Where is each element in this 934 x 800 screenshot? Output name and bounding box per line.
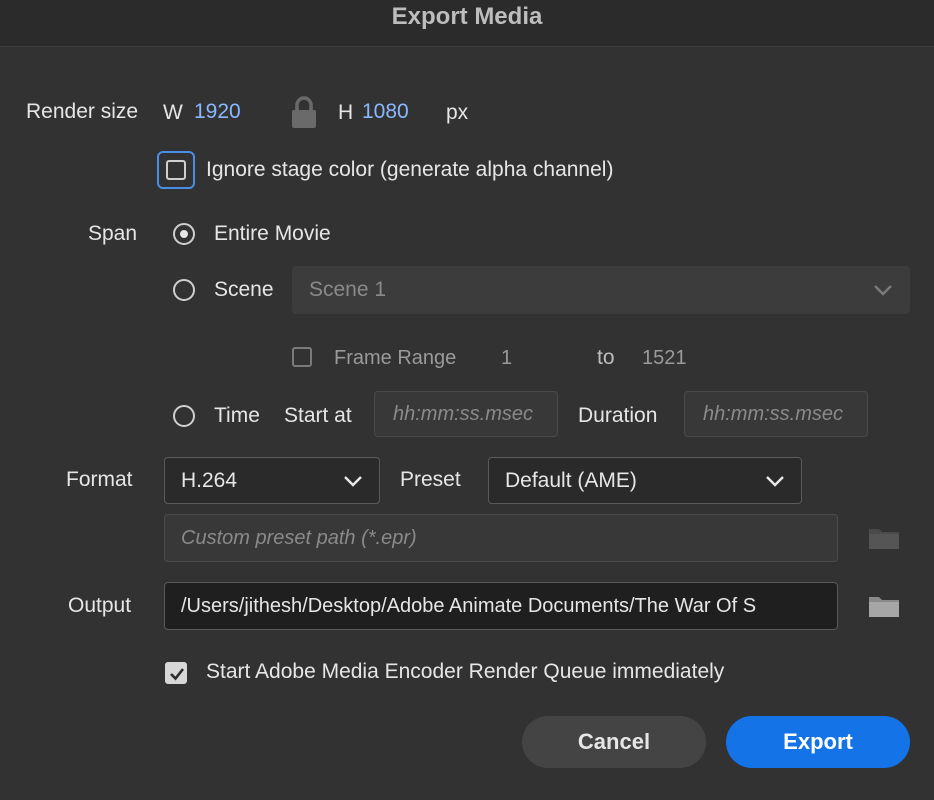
ignore-stage-label[interactable]: Ignore stage color (generate alpha chann… bbox=[206, 158, 613, 182]
output-label: Output bbox=[68, 594, 132, 617]
preset-select[interactable]: Default (AME) bbox=[488, 457, 802, 504]
span-label: Span bbox=[88, 222, 138, 245]
folder-icon[interactable] bbox=[868, 526, 900, 550]
time-radio[interactable] bbox=[173, 405, 195, 427]
start-at-placeholder: hh:mm:ss.msec bbox=[393, 402, 534, 425]
scene-select[interactable]: Scene 1 bbox=[292, 266, 910, 314]
duration-label: Duration bbox=[578, 404, 658, 427]
width-value[interactable]: 1920 bbox=[194, 100, 241, 124]
frame-range-checkbox[interactable] bbox=[292, 347, 312, 367]
scene-radio[interactable] bbox=[173, 279, 195, 301]
start-queue-label[interactable]: Start Adobe Media Encoder Render Queue i… bbox=[206, 660, 724, 684]
time-label[interactable]: Time bbox=[214, 404, 260, 428]
preset-select-value: Default (AME) bbox=[505, 468, 637, 492]
start-at-input[interactable]: hh:mm:ss.msec bbox=[374, 391, 558, 437]
format-label: Format bbox=[66, 468, 133, 491]
height-value[interactable]: 1080 bbox=[362, 100, 409, 124]
start-queue-checkbox[interactable] bbox=[165, 662, 187, 684]
checkmark-icon bbox=[170, 668, 185, 681]
frame-range-label: Frame Range bbox=[334, 347, 457, 369]
cancel-button[interactable]: Cancel bbox=[522, 716, 706, 768]
unit-label: px bbox=[446, 101, 469, 124]
output-path-value: /Users/jithesh/Desktop/Adobe Animate Doc… bbox=[181, 594, 757, 617]
lock-icon[interactable] bbox=[290, 96, 318, 130]
chevron-down-icon bbox=[766, 475, 784, 487]
chevron-down-icon bbox=[874, 285, 892, 296]
custom-preset-placeholder: Custom preset path (*.epr) bbox=[181, 526, 417, 549]
duration-placeholder: hh:mm:ss.msec bbox=[703, 402, 844, 425]
export-button[interactable]: Export bbox=[726, 716, 910, 768]
render-size-label: Render size bbox=[26, 100, 139, 123]
dialog-title: Export Media bbox=[391, 3, 543, 30]
ignore-stage-focus-ring[interactable] bbox=[157, 151, 195, 189]
custom-preset-input[interactable]: Custom preset path (*.epr) bbox=[164, 514, 838, 562]
ignore-stage-checkbox[interactable] bbox=[166, 160, 186, 180]
frame-from-value[interactable]: 1 bbox=[501, 347, 512, 370]
frame-to-value[interactable]: 1521 bbox=[642, 347, 687, 370]
preset-label: Preset bbox=[400, 468, 461, 491]
chevron-down-icon bbox=[344, 475, 362, 487]
start-at-label: Start at bbox=[284, 404, 352, 427]
width-label: W bbox=[163, 101, 183, 124]
duration-input[interactable]: hh:mm:ss.msec bbox=[684, 391, 868, 437]
height-label: H bbox=[338, 101, 354, 124]
entire-movie-radio[interactable] bbox=[173, 223, 195, 245]
scene-label[interactable]: Scene bbox=[214, 278, 274, 302]
entire-movie-label[interactable]: Entire Movie bbox=[214, 222, 331, 246]
format-select[interactable]: H.264 bbox=[164, 457, 380, 504]
folder-icon[interactable] bbox=[868, 594, 900, 618]
to-label: to bbox=[597, 346, 615, 369]
output-path-input[interactable]: /Users/jithesh/Desktop/Adobe Animate Doc… bbox=[164, 582, 838, 630]
scene-select-value: Scene 1 bbox=[309, 278, 387, 301]
format-select-value: H.264 bbox=[181, 468, 238, 492]
